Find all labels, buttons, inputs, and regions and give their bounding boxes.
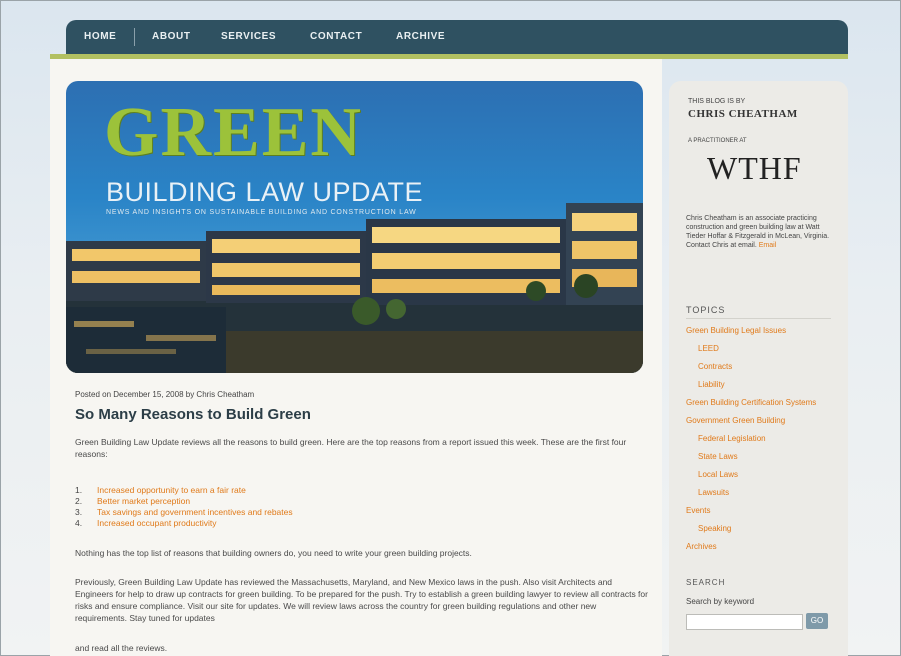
search-heading: SEARCH [686,578,726,587]
author-name[interactable]: CHRIS CHEATHAM [688,108,798,120]
banner-tagline: NEWS AND INSIGHTS ON SUSTAINABLE BUILDIN… [106,209,417,216]
topics-heading: TOPICS [686,305,726,315]
nav-home[interactable]: HOME [84,31,116,42]
topic-link[interactable]: Green Building Certification Systems [686,398,816,407]
divider [686,318,831,319]
reasons-list: 1. Increased opportunity to earn a fair r… [75,485,293,529]
topic-link[interactable]: Local Laws [698,470,738,479]
post-meta: Posted on December 15, 2008 by Chris Che… [75,390,255,399]
banner-title: GREEN [104,94,363,171]
list-item[interactable]: 1. Increased opportunity to earn a fair r… [75,485,293,496]
firm-logo[interactable]: WTHF [707,150,802,187]
topic-link[interactable]: Speaking [698,524,731,533]
nav-contact[interactable]: CONTACT [310,31,362,42]
topic-link[interactable]: Events [686,506,710,515]
post-paragraph: Previously, Green Building Law Update ha… [75,577,648,623]
search-input[interactable] [686,614,803,630]
post-paragraph: and read all the reviews. [75,643,168,653]
topic-link[interactable]: LEED [698,344,719,353]
author-bio: Chris Cheatham is an associate practicin… [686,215,830,249]
nav-about[interactable]: ABOUT [152,31,191,42]
list-item[interactable]: 3. Tax savings and government incentives … [75,507,293,518]
topic-link[interactable]: State Laws [698,452,738,461]
post-title[interactable]: So Many Reasons to Build Green [75,406,311,423]
header-banner: GREEN BUILDING LAW UPDATE NEWS AND INSIG… [66,81,643,373]
sidebar-byline: THIS BLOG IS BY [688,98,746,105]
banner-subtitle: BUILDING LAW UPDATE [106,177,424,207]
topic-link[interactable]: Lawsuits [698,488,729,497]
topic-link[interactable]: Government Green Building [686,416,785,425]
topic-link[interactable]: Archives [686,542,717,551]
topic-link[interactable]: Contracts [698,362,732,371]
top-nav: HOME ABOUT SERVICES CONTACT ARCHIVE [66,20,848,54]
bio-email-link[interactable]: Email [759,242,777,249]
post-paragraph: Nothing has the top list of reasons that… [75,548,472,558]
topic-link[interactable]: Liability [698,380,725,389]
search-button[interactable]: GO [806,613,828,629]
search-label: Search by keyword [686,597,755,606]
topic-link[interactable]: Federal Legislation [698,434,766,443]
list-item[interactable]: 2. Better market perception [75,496,293,507]
firm-line: A PRACTITIONER AT [688,138,747,144]
list-item[interactable]: 4. Increased occupant productivity [75,518,293,529]
nav-services[interactable]: SERVICES [221,31,276,42]
nav-separator [134,28,135,46]
topic-link[interactable]: Green Building Legal Issues [686,326,786,335]
post-intro: Green Building Law Update reviews all th… [75,437,627,459]
nav-archive[interactable]: ARCHIVE [396,31,445,42]
